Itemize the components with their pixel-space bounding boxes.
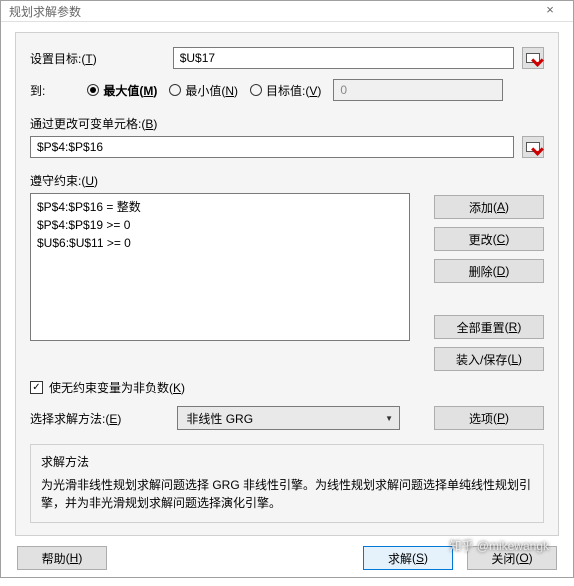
target-value-input[interactable] — [333, 79, 503, 101]
chevron-down-icon: ▼ — [385, 414, 393, 423]
constraint-item[interactable]: $U$6:$U$11 >= 0 — [37, 234, 403, 252]
titlebar: 规划求解参数 × — [1, 1, 573, 22]
footer: 帮助(H) 求解(S) 关闭(O) — [15, 536, 559, 572]
to-label: 到: — [30, 82, 45, 99]
nonneg-checkbox[interactable]: ✓ — [30, 381, 43, 394]
method-select[interactable]: 非线性 GRG ▼ — [177, 406, 400, 430]
objective-label: 设置目标:(T) — [30, 50, 97, 67]
reset-button[interactable]: 全部重置(R) — [434, 315, 544, 339]
desc-text: 为光滑非线性规划求解问题选择 GRG 非线性引擎。为线性规划求解问题选择单纯线性… — [41, 476, 533, 512]
change-button[interactable]: 更改(C) — [434, 227, 544, 251]
constraints-listbox[interactable]: $P$4:$P$16 = 整数 $P$4:$P$19 >= 0 $U$6:$U$… — [30, 193, 410, 341]
add-button[interactable]: 添加(A) — [434, 195, 544, 219]
solver-dialog: 规划求解参数 × 设置目标:(T) 到: 最大值(M) — [0, 0, 574, 578]
help-button[interactable]: 帮助(H) — [17, 546, 107, 570]
radio-min[interactable]: 最小值(N) — [169, 82, 238, 99]
objective-ref-button[interactable] — [522, 47, 544, 69]
window-title: 规划求解参数 — [9, 3, 535, 20]
radio-target[interactable]: 目标值:(V) — [250, 82, 321, 99]
cells-ref-button[interactable] — [522, 136, 544, 158]
options-button[interactable]: 选项(P) — [434, 406, 544, 430]
delete-button[interactable]: 删除(D) — [434, 259, 544, 283]
objective-input[interactable] — [173, 47, 514, 69]
cells-input[interactable] — [30, 136, 514, 158]
constraint-item[interactable]: $P$4:$P$16 = 整数 — [37, 198, 403, 216]
cells-label: 通过更改可变单元格:(B) — [30, 115, 544, 132]
close-icon[interactable]: × — [535, 1, 565, 21]
method-label: 选择求解方法:(E) — [30, 410, 121, 427]
main-panel: 设置目标:(T) 到: 最大值(M) 最小值(N) — [15, 32, 559, 536]
constraints-label: 遵守约束:(U) — [30, 172, 544, 189]
close-button[interactable]: 关闭(O) — [467, 546, 557, 570]
constraint-item[interactable]: $P$4:$P$19 >= 0 — [37, 216, 403, 234]
solve-button[interactable]: 求解(S) — [363, 546, 453, 570]
nonneg-label: 使无约束变量为非负数(K) — [49, 379, 185, 396]
method-description: 求解方法 为光滑非线性规划求解问题选择 GRG 非线性引擎。为线性规划求解问题选… — [30, 444, 544, 523]
radio-max[interactable]: 最大值(M) — [87, 82, 157, 99]
load-save-button[interactable]: 装入/保存(L) — [434, 347, 544, 371]
content: 设置目标:(T) 到: 最大值(M) 最小值(N) — [1, 22, 573, 586]
desc-title: 求解方法 — [41, 453, 533, 470]
ref-icon — [526, 53, 540, 63]
ref-icon — [526, 142, 540, 152]
